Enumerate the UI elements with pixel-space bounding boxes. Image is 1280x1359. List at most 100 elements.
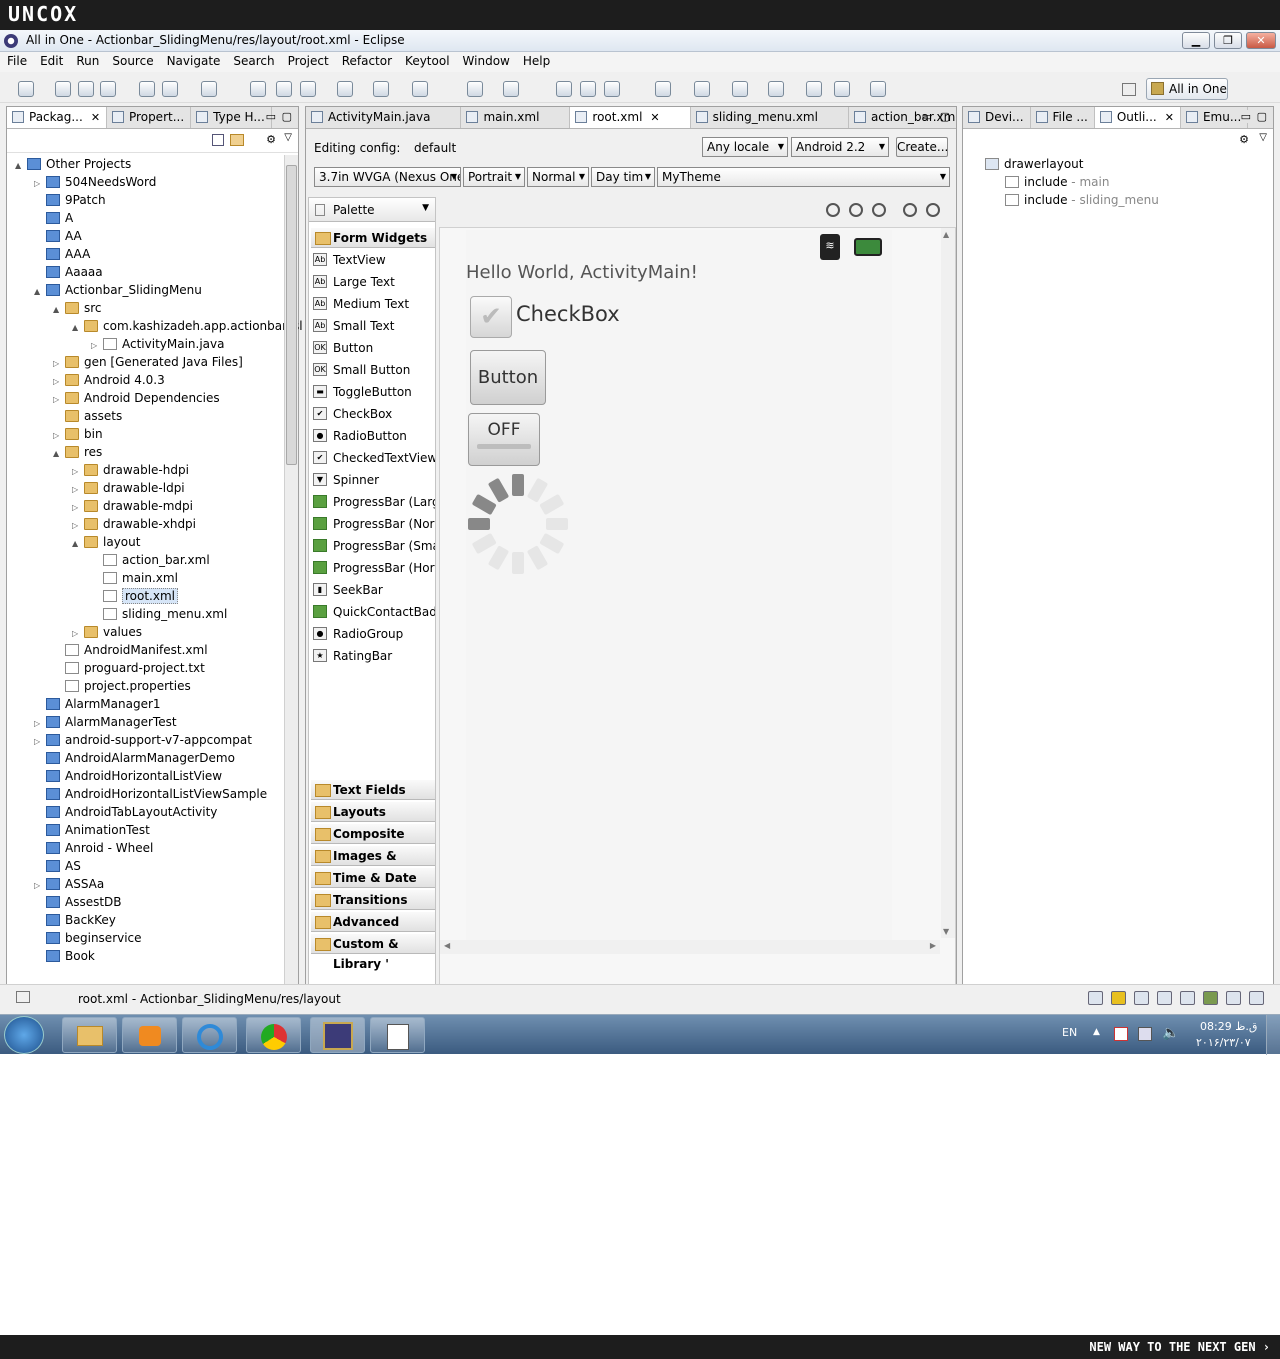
tree-item-beginservice[interactable]: beginservice [34, 929, 142, 947]
tree-item-android-4-0-3[interactable]: ▷ Android 4.0.3 [53, 371, 165, 389]
menu-file[interactable]: File [0, 52, 33, 68]
tree-item-aaa[interactable]: AAA [34, 245, 90, 263]
tree-item-values[interactable]: ▷ values [72, 623, 142, 641]
new-wizard-icon[interactable] [467, 81, 483, 97]
eclipse-taskbar-icon[interactable] [310, 1017, 365, 1053]
expanded-arrow-icon[interactable]: ▲ [15, 157, 27, 175]
palette-widget-textview[interactable]: Ab TextView [309, 249, 435, 271]
tree-item-book[interactable]: Book [34, 947, 95, 965]
zoom-fit-icon[interactable] [826, 203, 840, 217]
maximize-view-icon[interactable]: ▢ [1256, 110, 1267, 123]
status-tool-icon[interactable] [1203, 991, 1218, 1005]
palette-widget-progressbar-horizo[interactable]: ProgressBar (Horizo [309, 557, 435, 579]
annotation-icon[interactable] [732, 81, 748, 97]
menu-project[interactable]: Project [281, 52, 335, 68]
outline-item-include-main[interactable]: include - main [1005, 173, 1109, 191]
tree-item-assaa[interactable]: ▷ ASSAa [34, 875, 104, 893]
media-player-taskbar-icon[interactable] [122, 1017, 177, 1053]
palette-widget-checkedtextview[interactable]: ✔ CheckedTextView [309, 447, 435, 469]
tree-item-project-properties[interactable]: project.properties [53, 677, 191, 695]
view-menu-icon[interactable]: ⚙ [1239, 133, 1249, 146]
external-tools-icon[interactable] [412, 81, 428, 97]
tab-file[interactable]: File ... [1031, 107, 1095, 128]
tree-item-backkey[interactable]: BackKey [34, 911, 116, 929]
tree-item-alarmmanagertest[interactable]: ▷ AlarmManagerTest [34, 713, 177, 731]
internet-explorer-taskbar-icon[interactable] [182, 1017, 237, 1053]
tree-item-animationtest[interactable]: AnimationTest [34, 821, 150, 839]
palette-widget-ratingbar[interactable]: ★ RatingBar [309, 645, 435, 667]
palette-category-transitions[interactable]: Transitions [311, 890, 435, 910]
tab-devi[interactable]: Devi... [963, 107, 1031, 128]
tree-item-anroid-wheel[interactable]: Anroid - Wheel [34, 839, 153, 857]
chevron-down-icon[interactable]: ▽ [284, 132, 292, 143]
run-icon[interactable] [373, 81, 389, 97]
open-type-icon[interactable] [250, 81, 266, 97]
palette-widget-button[interactable]: OK Button [309, 337, 435, 359]
chrome-taskbar-icon[interactable] [246, 1017, 301, 1053]
palette-header[interactable]: Palette ▼ [309, 198, 435, 222]
canvas-vertical-scrollbar[interactable]: ▲ ▼ [941, 228, 955, 938]
chevron-down-icon[interactable]: ▽ [1259, 132, 1267, 143]
expanded-arrow-icon[interactable]: ▲ [72, 535, 84, 553]
toggle-button-widget[interactable]: OFF [468, 413, 540, 466]
tree-item-android-dependencies[interactable]: ▷ Android Dependencies [53, 389, 220, 407]
palette-widget-small-text[interactable]: Ab Small Text [309, 315, 435, 337]
open-file-icon[interactable] [580, 81, 596, 97]
close-button[interactable]: ✕ [1246, 32, 1276, 49]
next-edit-icon[interactable] [768, 81, 784, 97]
tree-item-other-projects[interactable]: ▲ Other Projects [15, 155, 131, 173]
outline-item-drawerlayout[interactable]: drawerlayout [985, 155, 1083, 173]
menu-edit[interactable]: Edit [33, 52, 69, 68]
menu-window[interactable]: Window [456, 52, 516, 68]
tab-emu[interactable]: Emu... [1181, 107, 1249, 128]
orientation-select[interactable]: Portrait [463, 167, 525, 187]
collapse-all-icon[interactable] [212, 134, 224, 146]
open-web-icon[interactable] [694, 81, 710, 97]
tree-item-actionbar-slidingmenu[interactable]: ▲ Actionbar_SlidingMenu [34, 281, 202, 299]
palette-widget-progressbar-large[interactable]: ProgressBar (Large) [309, 491, 435, 513]
tree-item-alarmmanager1[interactable]: AlarmManager1 [34, 695, 161, 713]
search-icon[interactable] [604, 81, 620, 97]
back-icon[interactable] [834, 81, 850, 97]
expanded-arrow-icon[interactable]: ▲ [53, 301, 65, 319]
tree-item-aaaaa[interactable]: Aaaaa [34, 263, 103, 281]
expanded-arrow-icon[interactable]: ▲ [72, 319, 84, 337]
tree-item-drawable-hdpi[interactable]: ▷ drawable-hdpi [72, 461, 189, 479]
palette-widget-progressbar-small[interactable]: ProgressBar (Small) [309, 535, 435, 557]
tab-propert[interactable]: Propert... [107, 107, 192, 128]
palette-category-time-date[interactable]: Time & Date [311, 868, 435, 888]
minimize-editor-icon[interactable]: ▭ [922, 110, 932, 123]
progress-spinner[interactable] [466, 472, 570, 576]
minimize-view-icon[interactable]: ▭ [266, 110, 276, 123]
palette-category-text-fields[interactable]: Text Fields [311, 780, 435, 800]
tree-item-assestdb[interactable]: AssestDB [34, 893, 122, 911]
task-icon[interactable] [201, 81, 217, 97]
palette-widget-small-button[interactable]: OK Small Button [309, 359, 435, 381]
palette-widget-quickcontactbadg[interactable]: QuickContactBadg [309, 601, 435, 623]
minimize-view-icon[interactable]: ▭ [1240, 110, 1251, 123]
tree-item-proguard-project-txt[interactable]: proguard-project.txt [53, 659, 205, 677]
status-tool-icon[interactable] [1157, 991, 1172, 1005]
menu-keytool[interactable]: Keytool [398, 52, 455, 68]
locale-select[interactable]: Any locale [702, 137, 788, 157]
minimize-button[interactable]: ▁ [1182, 32, 1210, 49]
palette-category-composite[interactable]: Composite [311, 824, 435, 844]
tree-item-sliding-menu-xml[interactable]: sliding_menu.xml [91, 605, 227, 623]
perspective-all-in-one[interactable]: All in One [1146, 78, 1228, 100]
menu-search[interactable]: Search [226, 52, 280, 68]
ui-mode-select[interactable]: Normal [527, 167, 589, 187]
tree-item-9patch[interactable]: 9Patch [34, 191, 106, 209]
tree-item-activitymain-java[interactable]: ▷ ActivityMain.java [91, 335, 224, 353]
palette-widget-spinner[interactable]: ▼ Spinner [309, 469, 435, 491]
palette-category-advanced[interactable]: Advanced [311, 912, 435, 932]
api-level-select[interactable]: Android 2.2 [791, 137, 889, 157]
new-package-icon[interactable] [300, 81, 316, 97]
new-vm-icon[interactable] [503, 81, 519, 97]
close-icon[interactable]: ✕ [650, 111, 659, 124]
tree-item-androidmanifest-xml[interactable]: AndroidManifest.xml [53, 641, 208, 659]
maximize-view-icon[interactable]: ▢ [282, 110, 292, 123]
menu-navigate[interactable]: Navigate [160, 52, 227, 68]
open-perspective-icon[interactable] [1122, 83, 1136, 96]
debug-icon[interactable] [337, 81, 353, 97]
editor-tab-main-xml[interactable]: main.xml [461, 107, 571, 128]
